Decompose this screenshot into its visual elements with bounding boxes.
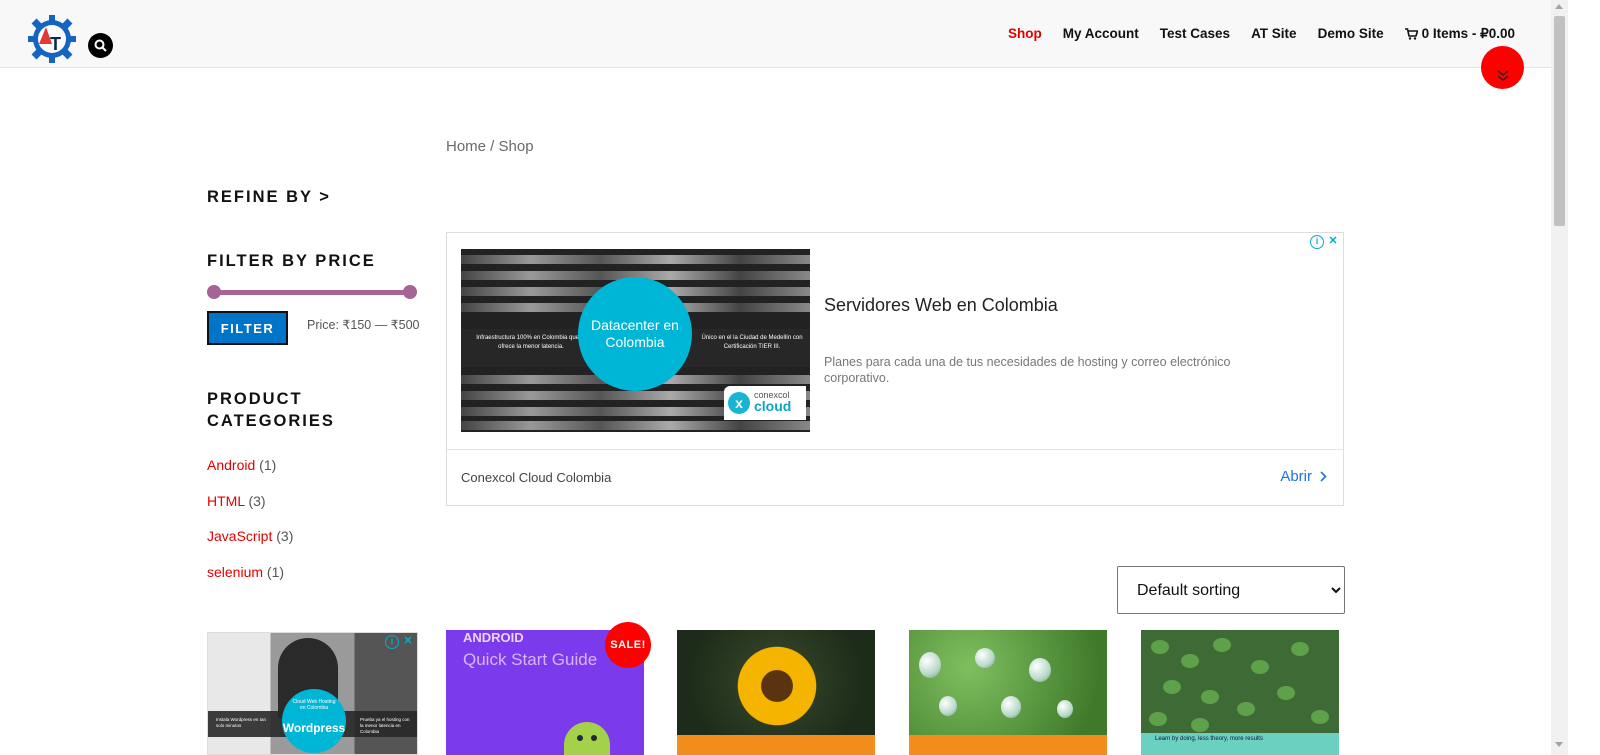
category-count: (3) <box>276 528 294 544</box>
scroll-up-arrow-icon[interactable] <box>1555 4 1563 9</box>
product-thumbnail-leaves[interactable]: Learn by doing, less theory, more result… <box>1141 630 1339 755</box>
product-1-title-line: ANDROID <box>463 630 524 645</box>
ad-advertiser[interactable]: Conexcol Cloud Colombia <box>461 470 611 485</box>
ad-image[interactable]: Infraestructura 100% en Colombia que te … <box>461 249 810 432</box>
site-header: T Shop My Account Test Cases AT Site Dem… <box>0 0 1551 68</box>
ad-info-icon[interactable]: i <box>1310 235 1324 249</box>
search-button[interactable] <box>88 33 113 58</box>
category-item: HTML (3) <box>207 493 266 509</box>
price-slider[interactable] <box>207 284 419 300</box>
double-chevron-down-icon <box>1497 70 1509 81</box>
scrollbar-thumb[interactable] <box>1554 16 1565 226</box>
sale-badge: SALE! <box>605 622 651 668</box>
cart-icon <box>1404 28 1418 40</box>
price-min-handle[interactable] <box>207 285 221 299</box>
ad-footer: Conexcol Cloud Colombia Abrir <box>447 449 1343 506</box>
gear-logo-icon: T <box>28 15 76 63</box>
filter-button[interactable]: FILTER <box>207 311 288 345</box>
side-ad-choices: i ✕ <box>385 635 415 649</box>
nav-at-site[interactable]: AT Site <box>1251 26 1297 42</box>
scroll-down-arrow-icon[interactable] <box>1555 742 1563 747</box>
category-link[interactable]: JavaScript <box>207 528 272 544</box>
nav-my-account[interactable]: My Account <box>1063 26 1139 42</box>
price-slider-track <box>213 290 411 295</box>
category-item: selenium (1) <box>207 564 284 580</box>
site-logo[interactable]: T <box>27 14 77 64</box>
ad-open-label: Abrir <box>1280 468 1312 485</box>
side-ad-left-text: Instala Wordpress en tan solo minutos <box>216 717 266 728</box>
sidebar-advertisement[interactable]: Instala Wordpress en tan solo minutos Pr… <box>207 632 418 755</box>
product-1-subtitle-line: Quick Start Guide <box>463 650 598 669</box>
conexcol-logo-icon: x <box>728 392 750 414</box>
advertisement[interactable]: Infraestructura 100% en Colombia que te … <box>446 232 1344 506</box>
side-ad-right-text: Prueba ya el hosting con la menor latenc… <box>360 717 410 734</box>
side-ad-circle: Cloud Web Hosting en Colombia Wordpress <box>282 689 346 753</box>
scroll-toggle-button[interactable] <box>1481 46 1524 89</box>
product-categories-heading: PRODUCT CATEGORIES <box>207 390 335 430</box>
ad-image-right-text: Único en el la Ciudad de Medellín con Ce… <box>701 335 803 350</box>
nav-demo-site[interactable]: Demo Site <box>1318 26 1384 42</box>
ad-brand-logo: x conexcol cloud <box>724 386 806 420</box>
android-robot-icon <box>564 722 610 755</box>
category-item: JavaScript (3) <box>207 528 293 544</box>
ad-info-icon[interactable]: i <box>385 635 399 649</box>
search-icon <box>94 39 107 52</box>
sunflower-image <box>727 636 827 736</box>
ad-close-icon[interactable]: ✕ <box>401 635 415 649</box>
category-item: Android (1) <box>207 457 276 473</box>
svg-text:T: T <box>50 34 61 54</box>
nav-shop[interactable]: Shop <box>1008 26 1042 42</box>
category-count: (1) <box>259 457 277 473</box>
ad-brand-big: cloud <box>754 398 792 414</box>
price-range-label: Price: ₹150 — ₹500 <box>307 318 420 332</box>
ad-close-icon[interactable]: ✕ <box>1326 235 1340 249</box>
product-4-caption: Learn by doing, less theory, more result… <box>1155 736 1263 742</box>
category-count: (1) <box>266 564 285 580</box>
nav-cart[interactable]: 0 Items - ₽0.00 <box>1404 26 1515 42</box>
breadcrumb: Home / Shop <box>446 138 534 155</box>
ad-image-circle: Datacenter en Colombia <box>578 277 692 391</box>
page-scrollbar[interactable] <box>1551 0 1568 755</box>
ad-title[interactable]: Servidores Web en Colombia <box>824 295 1058 316</box>
ad-image-circle-text: Datacenter en Colombia <box>591 317 679 350</box>
price-max-handle[interactable] <box>403 285 417 299</box>
product-thumbnail-sunflower[interactable] <box>677 630 875 755</box>
sorting-select[interactable]: Default sorting <box>1117 566 1345 614</box>
category-link[interactable]: HTML <box>207 493 245 509</box>
ad-description: Planes para cada una de tus necesidades … <box>824 355 1231 385</box>
side-ad-circle-text: Wordpress <box>282 721 346 735</box>
chevron-right-icon <box>1320 471 1327 482</box>
refine-heading: REFINE BY > <box>207 188 331 206</box>
main-nav: Shop My Account Test Cases AT Site Demo … <box>1008 26 1515 42</box>
filter-price-heading: FILTER BY PRICE <box>207 252 376 270</box>
category-link[interactable]: selenium <box>207 564 263 580</box>
ad-image-left-text: Infraestructura 100% en Colombia que te … <box>476 335 586 350</box>
cart-summary: 0 Items - ₽0.00 <box>1421 26 1515 41</box>
category-link[interactable]: Android <box>207 457 255 473</box>
ad-choices: i ✕ <box>1310 235 1340 249</box>
ad-open-button[interactable]: Abrir <box>1280 468 1327 485</box>
product-thumbnail-waterdrops[interactable] <box>909 630 1107 755</box>
nav-test-cases[interactable]: Test Cases <box>1160 26 1230 42</box>
side-ad-small-top: Cloud Web Hosting en Colombia <box>292 699 336 711</box>
category-count: (3) <box>248 493 266 509</box>
